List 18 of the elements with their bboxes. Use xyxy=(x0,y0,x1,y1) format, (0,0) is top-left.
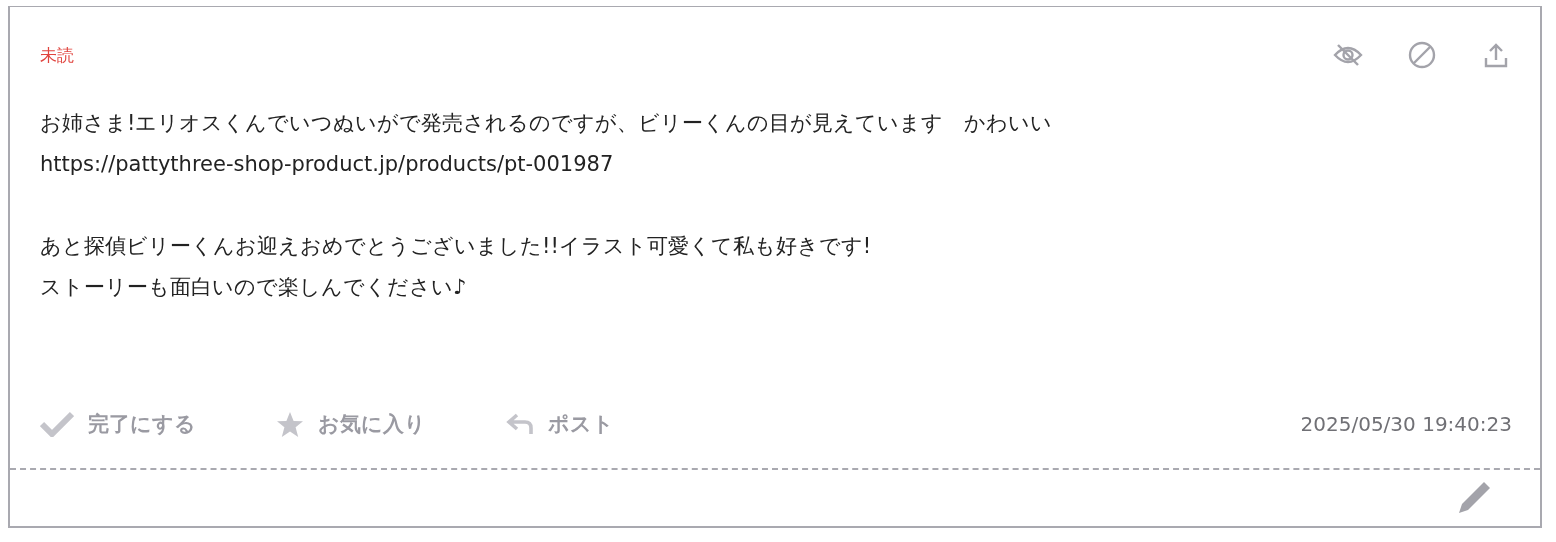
block-icon xyxy=(1408,41,1436,69)
edit-button[interactable] xyxy=(1456,480,1492,516)
star-icon xyxy=(276,410,304,438)
pencil-icon xyxy=(1456,480,1492,516)
message-text: https://pattythree-shop-product.jp/products/pt-001987 xyxy=(40,151,615,178)
done-button[interactable]: 完了にする xyxy=(40,410,196,438)
block-button[interactable] xyxy=(1406,39,1438,71)
reply-button[interactable]: ポスト xyxy=(506,410,614,438)
message-text: あと探偵ビリーくんお迎えおめでとうございました!!イラスト可愛くて私も好きです! xyxy=(40,233,873,260)
eye-slash-icon xyxy=(1333,43,1363,67)
reply-arrow-icon xyxy=(506,412,534,436)
timestamp: 2025/05/30 19:40:23 xyxy=(1300,412,1512,436)
favorite-button[interactable]: お気に入り xyxy=(276,410,426,438)
check-icon xyxy=(40,411,74,437)
status-label: 未読 xyxy=(40,43,74,67)
message-text: ストーリーも面白いので楽しんでください♪ xyxy=(40,274,468,301)
upload-icon xyxy=(1484,42,1508,68)
message-text: お姉さま!エリオスくんでいつぬいがで発売されるのですが、ビリーくんの目が見えています かわいい xyxy=(40,110,1054,137)
